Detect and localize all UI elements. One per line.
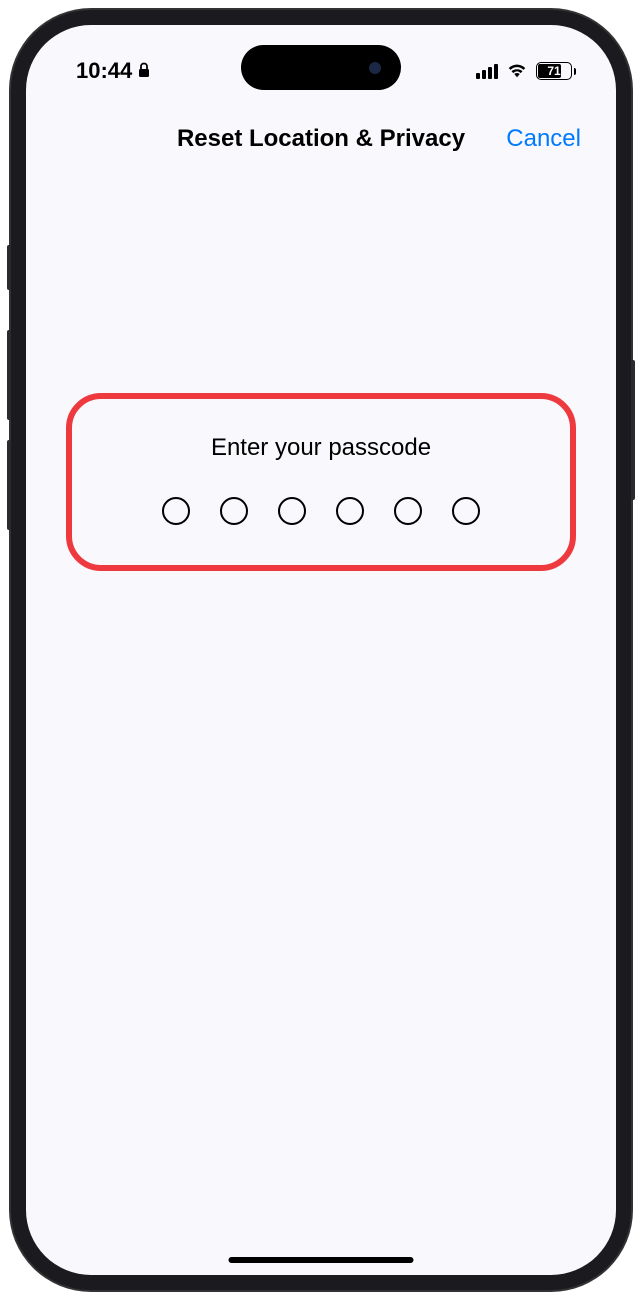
power-button bbox=[631, 360, 635, 500]
passcode-input[interactable] bbox=[112, 497, 530, 525]
content-area: Enter your passcode bbox=[26, 163, 616, 571]
status-left: 10:44 bbox=[76, 58, 150, 84]
wifi-icon bbox=[506, 58, 528, 84]
phone-device-frame: 10:44 bbox=[11, 10, 631, 1290]
passcode-digit-2 bbox=[220, 497, 248, 525]
battery-indicator: 71 bbox=[536, 62, 576, 80]
status-time: 10:44 bbox=[76, 58, 132, 84]
passcode-digit-5 bbox=[394, 497, 422, 525]
page-title: Reset Location & Privacy bbox=[177, 125, 465, 153]
home-indicator[interactable] bbox=[229, 1257, 414, 1263]
volume-down-button bbox=[7, 440, 11, 530]
dynamic-island bbox=[241, 45, 401, 90]
status-right: 71 bbox=[476, 58, 576, 84]
volume-up-button bbox=[7, 330, 11, 420]
passcode-entry-box: Enter your passcode bbox=[66, 393, 576, 571]
passcode-digit-6 bbox=[452, 497, 480, 525]
passcode-digit-3 bbox=[278, 497, 306, 525]
navigation-bar: Reset Location & Privacy Cancel bbox=[26, 95, 616, 163]
passcode-digit-4 bbox=[336, 497, 364, 525]
passcode-prompt-label: Enter your passcode bbox=[112, 434, 530, 462]
cellular-signal-icon bbox=[476, 63, 498, 79]
passcode-digit-1 bbox=[162, 497, 190, 525]
phone-screen: 10:44 bbox=[26, 25, 616, 1275]
lock-icon bbox=[138, 58, 150, 84]
battery-level-text: 71 bbox=[547, 64, 560, 78]
silence-switch bbox=[7, 245, 11, 290]
cancel-button[interactable]: Cancel bbox=[506, 125, 581, 153]
